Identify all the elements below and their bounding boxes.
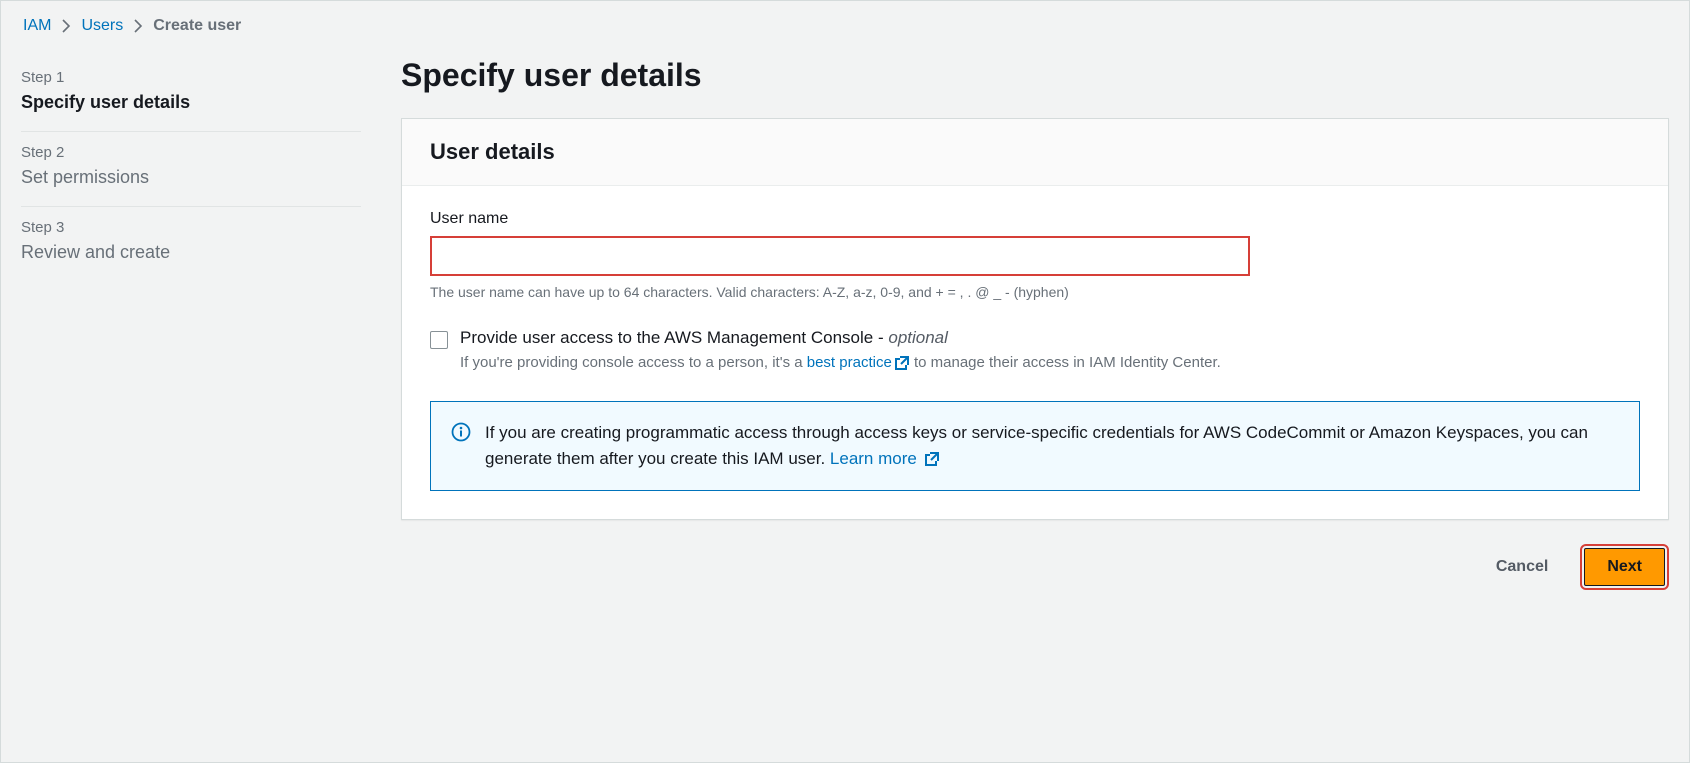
username-hint: The user name can have up to 64 characte…: [430, 284, 1640, 300]
action-bar: Cancel Next: [401, 548, 1669, 586]
panel-heading: User details: [430, 139, 1640, 165]
console-access-description: If you're providing console access to a …: [460, 352, 1221, 375]
best-practice-link[interactable]: best practice: [807, 354, 910, 371]
breadcrumb-iam[interactable]: IAM: [23, 17, 51, 35]
step-title: Specify user details: [21, 92, 361, 113]
external-link-icon: [924, 451, 940, 467]
learn-more-link[interactable]: Learn more: [830, 449, 940, 468]
wizard-steps: Step 1 Specify user details Step 2 Set p…: [21, 57, 361, 742]
next-button[interactable]: Next: [1584, 548, 1665, 586]
step-title: Set permissions: [21, 167, 361, 188]
username-label: User name: [430, 210, 1640, 228]
cancel-button[interactable]: Cancel: [1474, 548, 1570, 586]
console-access-checkbox[interactable]: [430, 331, 448, 349]
breadcrumb-users[interactable]: Users: [81, 17, 123, 35]
step-number: Step 2: [21, 144, 361, 161]
wizard-step-2: Step 2 Set permissions: [21, 132, 361, 207]
step-number: Step 3: [21, 219, 361, 236]
step-title: Review and create: [21, 242, 361, 263]
wizard-step-3: Step 3 Review and create: [21, 207, 361, 281]
info-box: If you are creating programmatic access …: [430, 401, 1640, 492]
step-number: Step 1: [21, 69, 361, 86]
chevron-right-icon: [61, 19, 71, 33]
panel-header: User details: [402, 119, 1668, 186]
breadcrumb: IAM Users Create user: [21, 17, 1669, 35]
page-title: Specify user details: [401, 57, 1669, 94]
username-input[interactable]: [430, 236, 1250, 276]
breadcrumb-current: Create user: [153, 17, 241, 35]
chevron-right-icon: [133, 19, 143, 33]
console-access-label: Provide user access to the AWS Managemen…: [460, 328, 1221, 348]
wizard-step-1: Step 1 Specify user details: [21, 57, 361, 132]
info-text: If you are creating programmatic access …: [485, 420, 1619, 473]
info-icon: [451, 422, 471, 445]
external-link-icon: [894, 355, 910, 371]
user-details-panel: User details User name The user name can…: [401, 118, 1669, 520]
